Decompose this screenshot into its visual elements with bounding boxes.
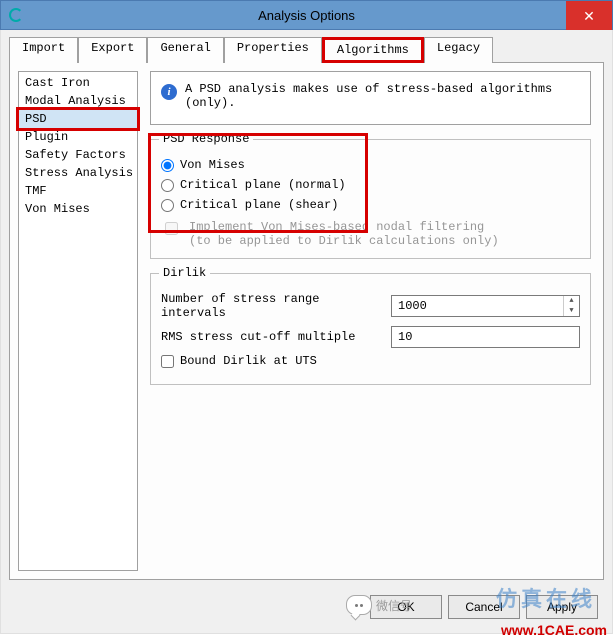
tab-algorithms-label: Algorithms [325,40,421,60]
psd-response-legend: PSD Response [159,132,253,146]
dirlik-group: Dirlik Number of stress range intervals … [150,273,591,385]
bound-dirlik-checkbox[interactable] [161,355,174,368]
wechat-watermark: 微信号 [346,595,412,615]
psd-response-group: PSD Response Von Mises Critical plane (n… [150,139,591,259]
tab-export[interactable]: Export [78,37,147,63]
bound-dirlik-row[interactable]: Bound Dirlik at UTS [161,354,580,368]
wechat-label: 微信号 [376,597,412,614]
dirlik-legend: Dirlik [159,266,210,280]
dialog-body: Import Export General Properties Algorit… [0,30,613,634]
radio-von-mises-label: Von Mises [180,158,245,172]
tab-general[interactable]: General [147,37,223,63]
intervals-input[interactable] [392,296,563,316]
nodal-filter-option: Implement Von Mises-based nodal filterin… [161,220,580,248]
sidebar-item-psd[interactable]: PSD [16,107,140,131]
nodal-filter-checkbox [165,222,178,235]
radio-critical-shear-label: Critical plane (shear) [180,198,338,212]
tab-pane: Cast Iron Modal Analysis PSD Plugin Safe… [9,62,604,580]
window-title: Analysis Options [1,8,612,23]
wechat-icon [346,595,372,615]
intervals-row: Number of stress range intervals ▲ ▼ [161,292,580,320]
radio-critical-shear-input[interactable] [161,199,174,212]
close-icon: ✕ [583,8,595,25]
nodal-filter-line2: (to be applied to Dirlik calculations on… [189,234,499,248]
radio-critical-normal[interactable]: Critical plane (normal) [161,178,580,192]
category-list: Cast Iron Modal Analysis PSD Plugin Safe… [18,71,138,571]
intervals-spin-buttons[interactable]: ▲ ▼ [563,296,579,316]
radio-critical-normal-label: Critical plane (normal) [180,178,346,192]
rms-row: RMS stress cut-off multiple [161,326,580,348]
sidebar-item-tmf[interactable]: TMF [19,182,137,200]
radio-critical-shear[interactable]: Critical plane (shear) [161,198,580,212]
chevron-down-icon[interactable]: ▼ [564,306,579,316]
sidebar-item-stress-analysis[interactable]: Stress Analysis [19,164,137,182]
radio-critical-normal-input[interactable] [161,179,174,192]
tabstrip: Import Export General Properties Algorit… [9,36,604,62]
close-button[interactable]: ✕ [566,1,612,31]
info-icon: i [161,84,177,100]
radio-von-mises-input[interactable] [161,159,174,172]
tab-properties[interactable]: Properties [224,37,322,63]
settings-panel: i A PSD analysis makes use of stress-bas… [138,63,603,579]
tab-algorithms[interactable]: Algorithms [322,37,424,63]
rms-input[interactable] [391,326,580,348]
rms-label: RMS stress cut-off multiple [161,330,385,344]
overlay-watermark: 仿真在线 [496,583,596,613]
chevron-up-icon[interactable]: ▲ [564,296,579,306]
intervals-label: Number of stress range intervals [161,292,385,320]
sidebar-item-cast-iron[interactable]: Cast Iron [19,74,137,92]
info-box: i A PSD analysis makes use of stress-bas… [150,71,591,125]
sidebar-item-safety-factors[interactable]: Safety Factors [19,146,137,164]
bound-dirlik-label: Bound Dirlik at UTS [180,354,317,368]
info-text: A PSD analysis makes use of stress-based… [185,82,580,110]
radio-von-mises[interactable]: Von Mises [161,158,580,172]
tab-legacy[interactable]: Legacy [424,37,493,63]
tab-import[interactable]: Import [9,37,78,63]
titlebar: Analysis Options ✕ [0,0,613,30]
sidebar-item-von-mises[interactable]: Von Mises [19,200,137,218]
footer-url: www.1CAE.com [501,622,607,638]
intervals-spinner[interactable]: ▲ ▼ [391,295,580,317]
nodal-filter-line1: Implement Von Mises-based nodal filterin… [189,220,499,234]
